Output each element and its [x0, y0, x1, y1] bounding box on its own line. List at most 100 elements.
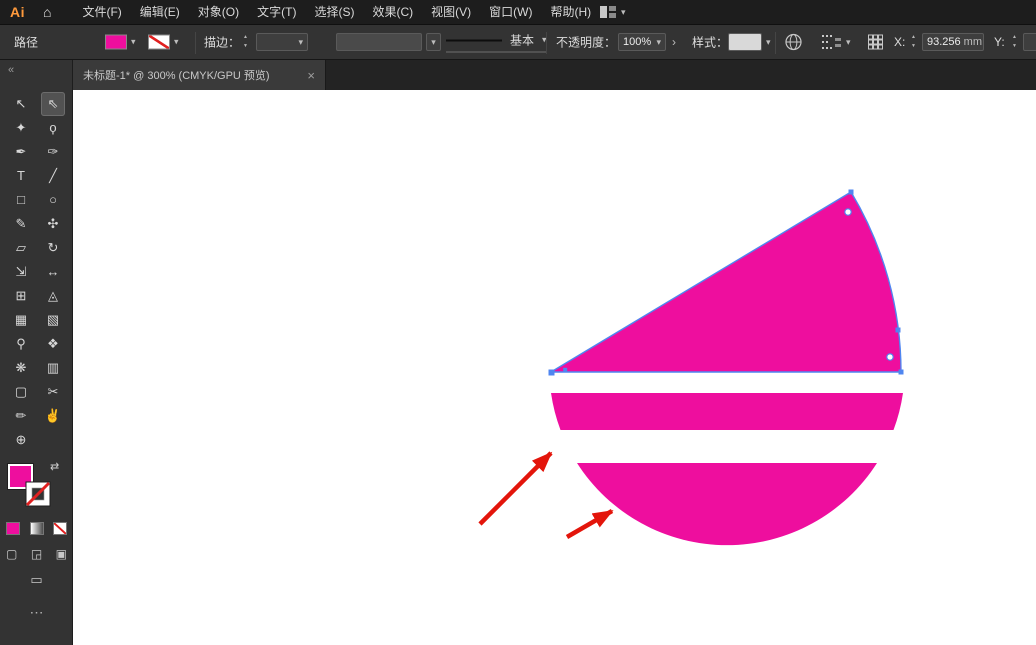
- symbol-sprayer-tool[interactable]: ❋: [9, 356, 33, 380]
- rotate-tool[interactable]: ↻: [41, 236, 65, 260]
- opacity-label: 不透明度：: [556, 34, 616, 51]
- app-logo[interactable]: Ai: [10, 4, 25, 20]
- stroke-style-value: 基本: [510, 32, 534, 49]
- tab-close-icon[interactable]: ×: [307, 68, 315, 83]
- zoom-tool[interactable]: ⊕: [9, 428, 33, 452]
- y-input[interactable]: [1023, 33, 1036, 51]
- direct-selection-tool[interactable]: ⇖: [41, 92, 65, 116]
- menu: 文件(F)编辑(E)对象(O)文字(T)选择(S)效果(C)视图(V)窗口(W)…: [73, 0, 600, 24]
- magic-wand-tool[interactable]: ✦: [9, 116, 33, 140]
- anchor-point: [563, 368, 567, 372]
- opacity-flyout-button[interactable]: ›: [672, 35, 676, 49]
- align-options-icon[interactable]: ▾: [822, 35, 851, 49]
- color-mode-buttons: [6, 522, 67, 535]
- artwork-sector[interactable]: [551, 192, 901, 372]
- stroke-swatch[interactable]: [25, 481, 51, 507]
- type-tool[interactable]: T: [9, 164, 33, 188]
- curvature-tool[interactable]: ✑: [41, 140, 65, 164]
- y-stepper[interactable]: ▲▼: [1012, 35, 1017, 49]
- divider: [775, 32, 776, 54]
- workspace-icon: [600, 6, 616, 18]
- swap-fill-stroke-button[interactable]: ⇄: [50, 460, 59, 473]
- rectangle-tool[interactable]: □: [9, 188, 33, 212]
- column-graph-tool[interactable]: ▥: [41, 356, 65, 380]
- draw-mode-behind[interactable]: ◲: [31, 547, 42, 561]
- annotation-arrow-1: [480, 453, 551, 524]
- panel-collapse-button[interactable]: «: [8, 64, 14, 76]
- blend-tool[interactable]: ❖: [41, 332, 65, 356]
- illustrator-window: Ai ⌂ 文件(F)编辑(E)对象(O)文字(T)选择(S)效果(C)视图(V)…: [0, 0, 1036, 645]
- menu-item-f[interactable]: 文件(F): [73, 0, 130, 24]
- none-mode-button[interactable]: [53, 522, 67, 535]
- artwork-middle-band[interactable]: [551, 393, 903, 430]
- artwork-bottom-segment[interactable]: [577, 463, 877, 545]
- selection-type-label: 路径: [14, 34, 38, 51]
- slice-tool[interactable]: ✂: [41, 380, 65, 404]
- eraser-tool[interactable]: ▱: [9, 236, 33, 260]
- artboard-tool[interactable]: ▢: [9, 380, 33, 404]
- width-tool[interactable]: ↔: [41, 260, 65, 284]
- pen-tool[interactable]: ✒: [9, 140, 33, 164]
- divider: [195, 32, 196, 54]
- transform-grid-icon[interactable]: [868, 35, 883, 50]
- artwork: [73, 90, 1036, 645]
- menu-item-h[interactable]: 帮助(H): [541, 0, 600, 24]
- anchor-point: [849, 190, 854, 195]
- menu-item-s[interactable]: 选择(S): [305, 0, 363, 24]
- anchor-point: [549, 370, 555, 376]
- chevron-down-icon: ▾: [131, 37, 136, 48]
- x-unit: mm: [964, 36, 982, 48]
- x-stepper[interactable]: ▲▼: [911, 35, 916, 49]
- selection-tool[interactable]: ↖: [9, 92, 33, 116]
- style-select[interactable]: ▾: [728, 33, 771, 51]
- scale-tool[interactable]: ⇲: [9, 260, 33, 284]
- shape-builder-tool[interactable]: ⊞: [9, 284, 33, 308]
- hand-tool[interactable]: ✌: [41, 404, 65, 428]
- menu-item-t[interactable]: 文字(T): [248, 0, 305, 24]
- globe-icon[interactable]: [785, 34, 802, 51]
- document-tab[interactable]: 未标题-1* @ 300% (CMYK/GPU 预览) ×: [73, 60, 326, 90]
- x-input[interactable]: 93.256 mm: [922, 33, 984, 51]
- mesh-tool[interactable]: ▦: [9, 308, 33, 332]
- menu-item-e[interactable]: 编辑(E): [131, 0, 189, 24]
- annotation-arrow-2: [567, 511, 612, 537]
- stroke-weight-select[interactable]: ▾: [256, 33, 308, 51]
- lasso-tool[interactable]: ϙ: [41, 116, 65, 140]
- line-segment-tool[interactable]: ╱: [41, 164, 65, 188]
- home-icon[interactable]: ⌂: [43, 4, 51, 20]
- anchor-point: [899, 370, 904, 375]
- gradient-tool[interactable]: ▧: [41, 308, 65, 332]
- stroke-style-preview: [446, 39, 502, 41]
- opacity-select[interactable]: 100% ▾: [618, 33, 666, 51]
- pencil-tool[interactable]: ✏: [9, 404, 33, 428]
- stroke-weight-stepper[interactable]: ▲▼: [243, 35, 248, 49]
- fill-color-swatch[interactable]: ▾: [105, 35, 136, 50]
- canvas[interactable]: [73, 90, 1036, 645]
- shaper-tool[interactable]: ✣: [41, 212, 65, 236]
- ellipse-tool[interactable]: ○: [41, 188, 65, 212]
- eyedropper-tool[interactable]: ⚲: [9, 332, 33, 356]
- gradient-mode-button[interactable]: [30, 522, 44, 535]
- stroke-style-select[interactable]: 基本 ▾: [446, 32, 547, 53]
- corner-widget: [845, 209, 851, 215]
- color-mode-button[interactable]: [6, 522, 20, 535]
- screen-mode-button[interactable]: ▭: [0, 572, 73, 588]
- tool-panel: « ↖⇖✦ϙ✒✑T╱□○✎✣▱↻⇲↔⊞◬▦▧⚲❖❋▥▢✂✏✌⊕ ⇄ ▢ ◲ ▣ …: [0, 60, 73, 645]
- control-bar: 路径 ▾ ▾ 描边： ▲▼ ▾ ▾ 基本 ▾ 不透明度：: [0, 24, 1036, 60]
- menu-item-c[interactable]: 效果(C): [363, 0, 422, 24]
- perspective-grid-tool[interactable]: ◬: [41, 284, 65, 308]
- corner-widget: [887, 354, 893, 360]
- workspace-switcher[interactable]: ▾: [600, 0, 626, 24]
- style-label: 样式：: [692, 34, 728, 51]
- document-tab-title: 未标题-1* @ 300% (CMYK/GPU 预览): [83, 67, 270, 83]
- draw-mode-normal[interactable]: ▢: [6, 547, 17, 561]
- menu-item-o[interactable]: 对象(O): [189, 0, 248, 24]
- chevron-down-icon: ▾: [174, 37, 179, 48]
- stroke-color-swatch[interactable]: ▾: [148, 35, 179, 50]
- draw-mode-inside[interactable]: ▣: [56, 547, 67, 561]
- brush-definition-select[interactable]: ▾: [336, 33, 441, 51]
- menu-item-v[interactable]: 视图(V): [422, 0, 480, 24]
- menu-item-w[interactable]: 窗口(W): [480, 0, 541, 24]
- edit-toolbar-button[interactable]: ⋯: [0, 604, 73, 621]
- paintbrush-tool[interactable]: ✎: [9, 212, 33, 236]
